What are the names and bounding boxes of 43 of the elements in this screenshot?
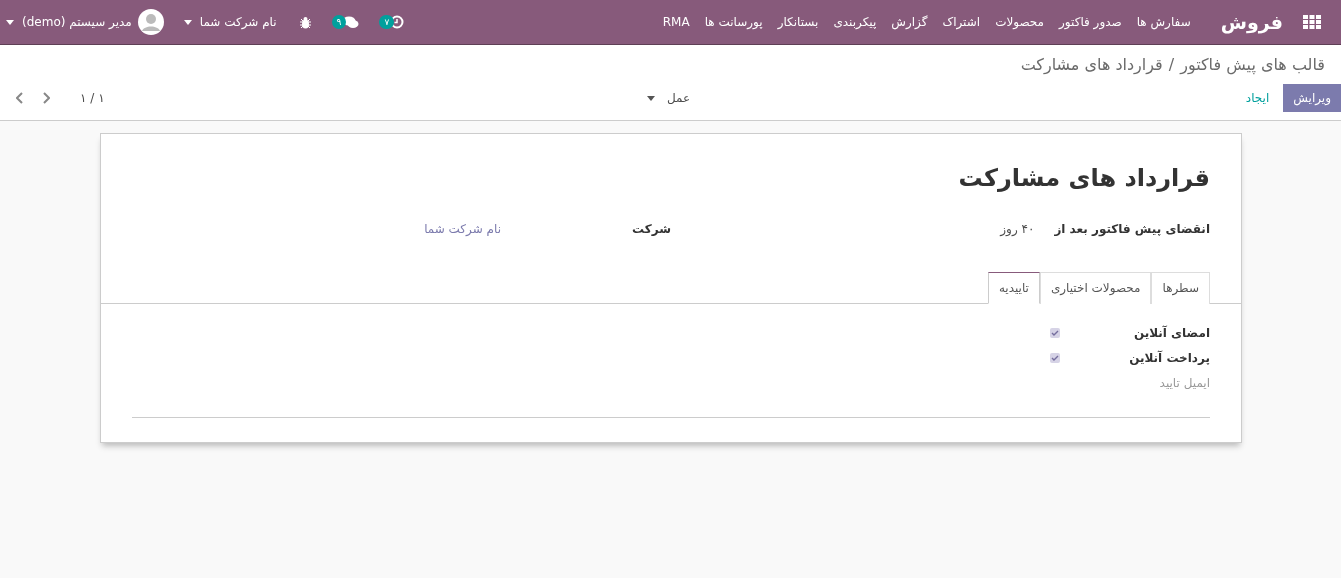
field-label: ایمیل تایید (1158, 375, 1210, 390)
menu-item[interactable]: محصولات (995, 15, 1045, 29)
pager-value: ۱ / ۱ (80, 91, 105, 105)
breadcrumb-current: قرارداد های مشارکت (1020, 55, 1163, 74)
next-icon[interactable] (42, 92, 50, 104)
menu-item[interactable]: RMA (662, 15, 690, 29)
action-dropdown[interactable]: عمل (660, 90, 697, 106)
activity-count-badge: ۷ (379, 15, 395, 29)
breadcrumb-link[interactable]: قالب های پیش فاکتور (1180, 55, 1325, 74)
field-link[interactable]: نام شرکت شما (424, 222, 501, 236)
menu-item[interactable]: گزارش (891, 15, 928, 29)
menu-item[interactable]: پیکربندی (833, 15, 877, 29)
menu-item[interactable]: پورسانت ها (704, 15, 763, 29)
tab[interactable]: تاییدیه (987, 272, 1040, 304)
field-label: پرداخت آنلاین (1128, 350, 1210, 365)
company-switcher[interactable]: نام شرکت شما (199, 15, 277, 29)
breadcrumb-separator: / (1168, 55, 1175, 74)
user-menu[interactable]: مدیر سیستم (demo) (22, 15, 132, 29)
field-label: امضای آنلاین (1132, 325, 1210, 340)
checkbox[interactable] (1050, 327, 1060, 338)
menu-item[interactable]: سفارش ها (1136, 15, 1191, 29)
caret-icon (646, 95, 655, 101)
record-title: قرارداد های مشارکت (957, 164, 1211, 192)
field-value: ۴۰ روز (1000, 222, 1035, 236)
tab[interactable]: محصولات اختیاری (1039, 272, 1152, 304)
checkbox[interactable] (1050, 352, 1060, 363)
bug-icon[interactable] (298, 15, 312, 29)
tab[interactable]: سطرها (1151, 272, 1210, 304)
field-label: انقضای پیش فاکتور بعد از (1054, 222, 1210, 236)
message-count-badge: ۹ (331, 15, 347, 29)
avatar-icon[interactable] (137, 9, 164, 35)
previous-icon[interactable] (16, 92, 24, 104)
create-button[interactable]: ایجاد (1239, 84, 1276, 112)
menu-item[interactable]: صدور فاکتور (1059, 15, 1122, 29)
clock-icon[interactable] (390, 15, 405, 29)
caret-icon (6, 19, 14, 25)
field-label: شرکت (631, 222, 671, 236)
menu-item[interactable]: اشتراک (942, 15, 981, 29)
menu-item[interactable]: بستانکار (777, 15, 819, 29)
app-name[interactable]: فروش (1220, 11, 1283, 33)
caret-icon (183, 19, 192, 25)
edit-button[interactable]: ویرایش (1283, 84, 1341, 112)
apps-menu-icon[interactable] (1303, 15, 1321, 29)
